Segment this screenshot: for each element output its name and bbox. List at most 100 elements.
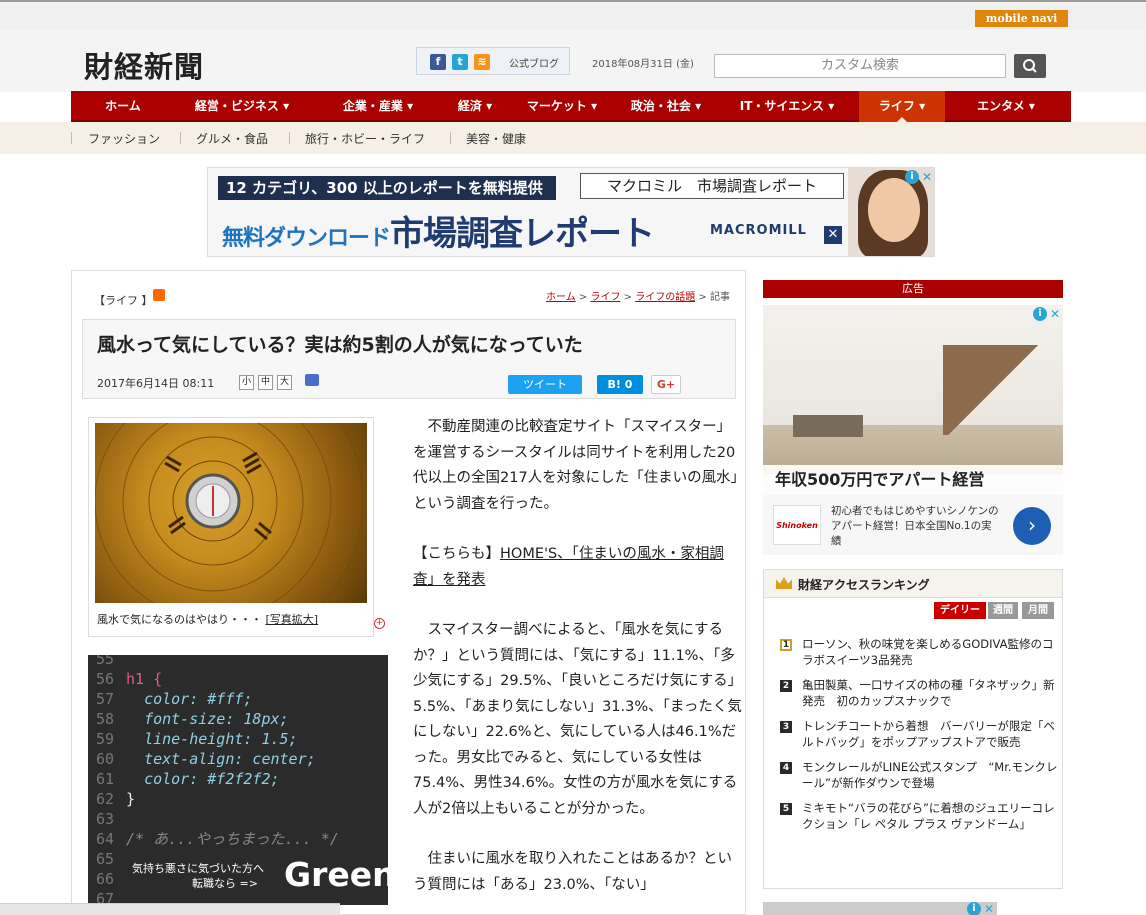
code-line: 66 (96, 870, 115, 888)
code-line: 58 font-size: 18px; (96, 710, 289, 728)
ad-close-icon[interactable]: ✕ (984, 902, 994, 915)
search-button[interactable] (1014, 54, 1046, 78)
stairs-image (943, 345, 1043, 435)
banner-main-text: 市場調査レポート (390, 214, 655, 254)
code-line: 60 text-align: center; (96, 750, 316, 768)
rss-icon[interactable]: ≋ (474, 54, 490, 70)
subnav-travel[interactable]: 旅行・ホビー・ライフ (305, 130, 425, 147)
sidebar-ad: 広告 年収500万円でアパート経営 Shinoken 初心者でもはじめやすいシノ… (763, 280, 1063, 556)
divider (450, 132, 451, 144)
paragraph: 住まいに風水を取り入れたことはあるか？という質問には「ある」23.0%、「ない」 (413, 851, 732, 893)
divider (71, 132, 72, 144)
top-strip: mobile navi (0, 0, 1146, 30)
ad-close-icon[interactable]: ✕ (1050, 307, 1060, 321)
breadcrumb: ホーム > ライフ > ライフの話題 > 記事 (546, 292, 730, 303)
green-logo: Green (284, 855, 388, 894)
tab-monthly[interactable]: 月間 (1022, 602, 1054, 619)
code-line: 65 (96, 850, 115, 868)
banner-logo-mark: ✕ (824, 226, 842, 244)
ad-description: 初心者でもはじめやすいシノケンのアパート経営！日本全国No.1の実績 (831, 505, 999, 547)
tab-daily[interactable]: デイリー (934, 602, 986, 619)
apartment-ad[interactable]: 年収500万円でアパート経営 Shinoken 初心者でもはじめやすいシノケンの… (763, 305, 1063, 555)
ad-info-icon[interactable]: i (905, 170, 919, 184)
nav-market[interactable]: マーケット ▾ (517, 91, 607, 122)
breadcrumb-topic[interactable]: ライフの話題 (635, 292, 695, 303)
compass-graphic (95, 423, 364, 603)
nav-industry[interactable]: 企業・産業 ▾ (323, 91, 433, 122)
article-photo: 風水で気になるのはやはり・・・ [写真拡大] (88, 417, 374, 637)
access-ranking: 財経アクセスランキング デイリー 週間 月間 1 ローソン、秋の味覚を楽しめるGO… (763, 569, 1063, 889)
print-icon[interactable] (305, 374, 319, 386)
nav-economy[interactable]: 経済 ▾ (435, 91, 515, 122)
ranking-item[interactable]: 5 ミキモト“バラの花びら”に着想のジュエリーコレクション「レ ペタル プラス ヴ… (780, 801, 1060, 832)
font-size-small[interactable]: 小 (239, 375, 254, 390)
ad-info-icon[interactable]: i (1033, 307, 1047, 321)
facebook-icon[interactable]: f (430, 54, 446, 70)
banner-logo: MACROMILL (710, 223, 807, 238)
nav-entertainment[interactable]: エンタメ ▾ (951, 91, 1061, 122)
fengshui-compass-image[interactable] (95, 423, 367, 603)
divider (289, 132, 290, 144)
ad-label: 広告 (763, 280, 1063, 298)
search-icon (1023, 59, 1037, 73)
breadcrumb-home[interactable]: ホーム (546, 292, 576, 303)
ad-info-icon[interactable]: i (967, 902, 981, 915)
code-ad[interactable]: 55 56 h1 { 57 color: #fff; 58 font-size: … (88, 655, 388, 905)
nav-business[interactable]: 経営・ビジネス ▾ (177, 91, 307, 122)
banner-sub: 無料ダウンロード (222, 226, 391, 251)
ranking-item[interactable]: 2 亀田製菓、一口サイズの柿の種「タネザック」新発売 初のカップスナックで (780, 678, 1060, 709)
top-banner-ad[interactable]: 12 カテゴリ、300 以上のレポートを無料提供 マクロミル 市場調査レポート … (207, 167, 935, 257)
official-blog-link[interactable]: 公式ブログ (509, 55, 559, 70)
nav-home[interactable]: ホーム (71, 91, 175, 122)
ranking-title: 財経アクセスランキング (798, 578, 930, 592)
breadcrumb-life[interactable]: ライフ (590, 292, 620, 303)
sofa-image (793, 415, 863, 437)
photo-caption: 風水で気になるのはやはり・・・ [写真拡大] (97, 613, 319, 626)
google-plus-button[interactable]: G+ (651, 375, 681, 394)
ranking-list: 1 ローソン、秋の味覚を楽しめるGODIVA監修のコラボスイーツ3品発売 2 亀田製… (780, 637, 1060, 842)
article-body: 不動産関連の比較査定サイト「スマイスター」を運営するシースタイルは同サイトを利用… (413, 415, 745, 915)
main-nav: ホーム 経営・ビジネス ▾ 企業・産業 ▾ 経済 ▾ マーケット ▾ 政治・社会… (71, 91, 1071, 123)
zoom-plus-icon[interactable]: + (374, 618, 385, 629)
rss-icon[interactable] (153, 289, 165, 301)
social-box: f t ≋ 公式ブログ (416, 47, 570, 75)
ranking-item[interactable]: 1 ローソン、秋の味覚を楽しめるGODIVA監修のコラボスイーツ3品発売 (780, 637, 1060, 668)
article: 【ライフ 】 ホーム > ライフ > ライフの話題 > 記事 風水って気にしてい… (71, 270, 746, 915)
mobile-navi-link[interactable]: mobile navi (975, 10, 1068, 27)
code-line: 59 line-height: 1.5; (96, 730, 298, 748)
subnav-fashion[interactable]: ファッション (88, 130, 160, 147)
title-box: 風水って気にしている？実は約5割の人が気になっていた 2017年6月14日 08… (82, 319, 736, 399)
nav-politics[interactable]: 政治・社会 ▾ (621, 91, 711, 122)
code-line: 62} (96, 790, 136, 808)
header-date: 2018年08月31日 (金) (592, 59, 694, 70)
site-logo[interactable]: 財経新聞 (84, 44, 204, 86)
paragraph: 不動産関連の比較査定サイト「スマイスター」を運営するシースタイルは同サイトを利用… (413, 419, 738, 512)
horizontal-scrollbar[interactable] (0, 903, 340, 915)
photo-zoom-link[interactable]: [写真拡大] (266, 613, 319, 626)
nav-it-science[interactable]: IT・サイエンス ▾ (727, 91, 847, 122)
code-ad-message: 気持ち悪さに気づいた方へ 転職なら => (132, 862, 264, 890)
crown-icon (776, 577, 792, 589)
subnav-beauty[interactable]: 美容・健康 (466, 130, 526, 147)
nav-life[interactable]: ライフ ▾ (859, 91, 945, 123)
tab-weekly[interactable]: 週間 (988, 602, 1018, 619)
tweet-button[interactable]: ツイート (508, 375, 582, 394)
article-category[interactable]: 【ライフ 】 (94, 292, 153, 308)
divider (180, 132, 181, 144)
ranking-item[interactable]: 3 トレンチコートから着想 バーバリーが限定「ベルトバッグ」をポップアップストアで… (780, 719, 1060, 750)
shinoken-logo: Shinoken (773, 505, 821, 545)
code-line: 64/* あ...やっちまった... */ (96, 830, 339, 848)
ad-headline: 年収500万円でアパート経営 (763, 465, 1063, 495)
ad-close-icon[interactable]: ✕ (922, 170, 932, 184)
subnav-gourmet[interactable]: グルメ・食品 (196, 130, 268, 147)
bottom-ad[interactable]: i ✕ (763, 902, 997, 915)
font-size-medium[interactable]: 中 (258, 375, 273, 390)
chevron-right-icon[interactable]: › (1013, 507, 1051, 545)
twitter-icon[interactable]: t (452, 54, 468, 70)
font-size-large[interactable]: 大 (277, 375, 292, 390)
paragraph: スマイスター調べによると、「風水を気にするか？」という質問には、「気にする」11… (413, 622, 743, 817)
ranking-item[interactable]: 4 モンクレールがLINE公式スタンプ “Mr.モンクレール”が新作ダウンで登場 (780, 760, 1060, 791)
search-input[interactable]: カスタム検索 (714, 54, 1006, 78)
code-line: 61 color: #f2f2f2; (96, 770, 280, 788)
hatena-bookmark-button[interactable]: B! 0 (597, 375, 643, 394)
